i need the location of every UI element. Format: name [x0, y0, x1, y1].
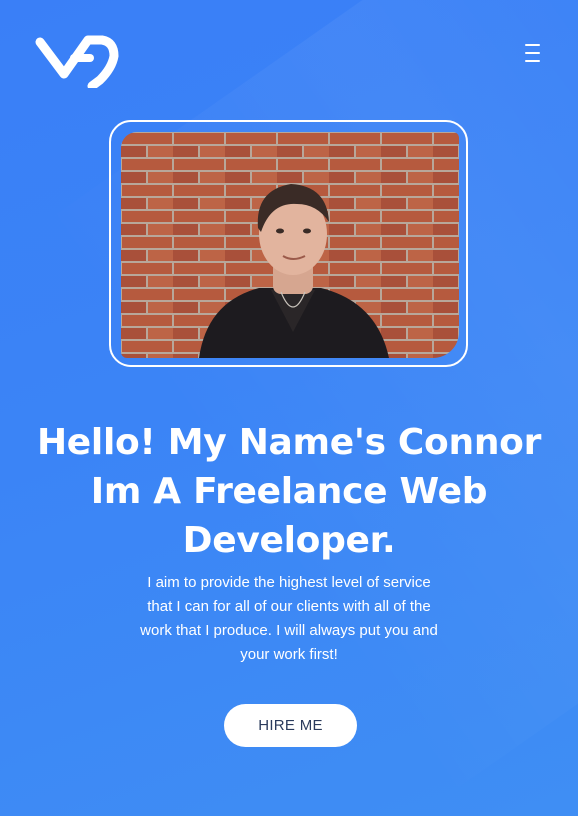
hero-tagline: I aim to provide the highest level of se…: [140, 574, 438, 663]
hire-me-button[interactable]: HIRE ME: [224, 704, 357, 747]
menu-bar-middle: [525, 52, 540, 54]
headline-line-1: Hello! My Name's Connor: [36, 422, 542, 463]
menu-bar-bottom: [525, 60, 540, 62]
headline-line-3: Developer.: [182, 520, 396, 561]
menu-bar-top: [525, 44, 540, 46]
brand-logo-icon[interactable]: [34, 30, 120, 91]
headline-line-2: Im A Freelance Web: [90, 471, 488, 512]
hero-page: Hello! My Name's Connor Im A Freelance W…: [0, 0, 578, 816]
profile-photo: [121, 132, 459, 358]
hamburger-menu-icon[interactable]: [522, 44, 542, 62]
hero-headline: Hello! My Name's Connor Im A Freelance W…: [30, 418, 548, 565]
